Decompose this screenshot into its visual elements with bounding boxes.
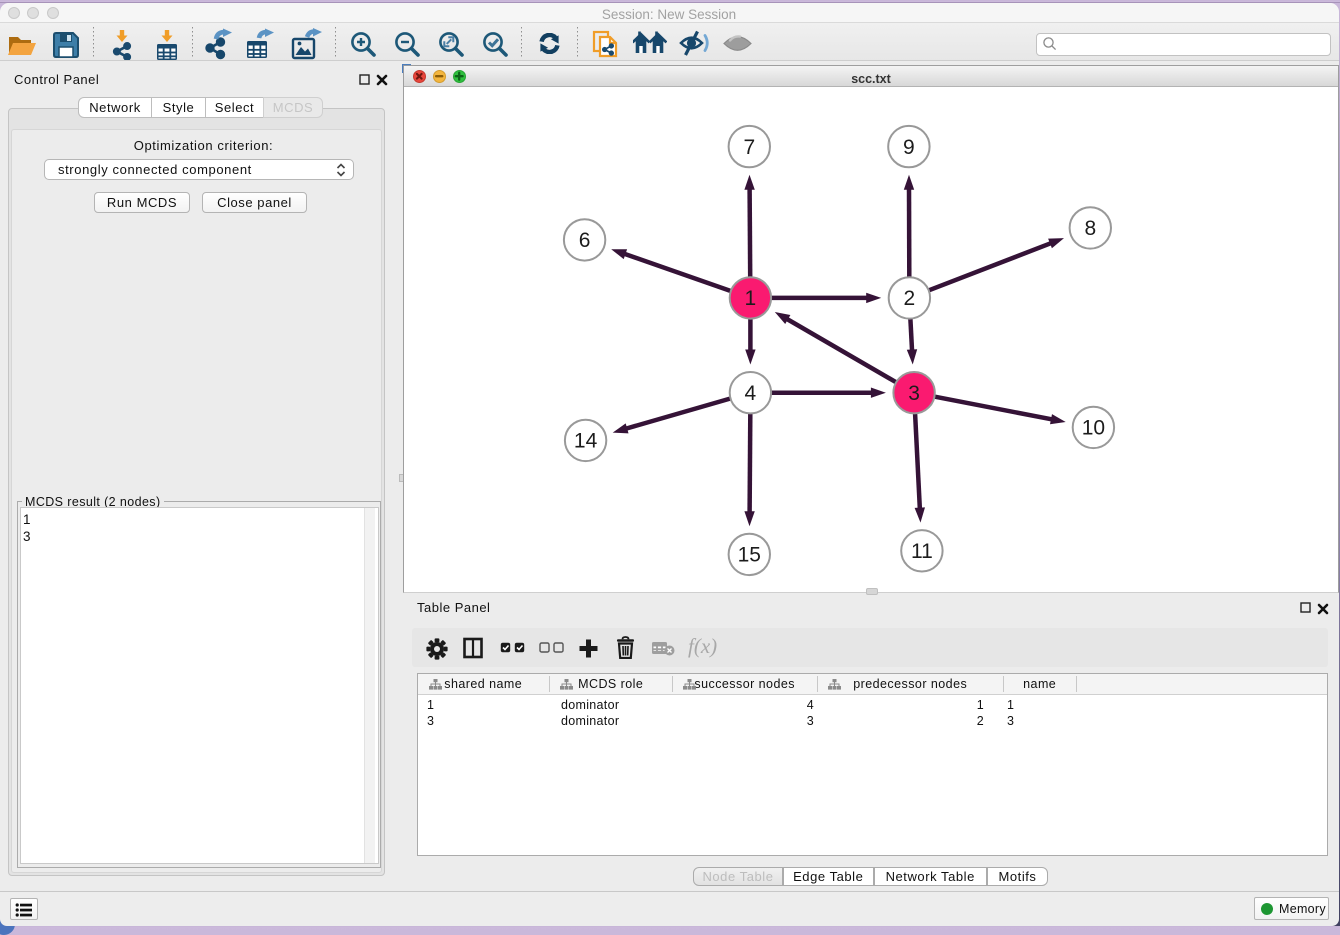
svg-text:2: 2 [904, 287, 916, 310]
svg-text:7: 7 [743, 136, 755, 159]
svg-text:1: 1 [745, 287, 757, 310]
svg-text:11: 11 [911, 540, 933, 563]
svg-text:3: 3 [908, 382, 920, 405]
svg-text:10: 10 [1082, 417, 1105, 440]
svg-text:9: 9 [903, 136, 915, 159]
svg-text:14: 14 [574, 430, 598, 453]
svg-text:4: 4 [745, 382, 757, 405]
svg-text:15: 15 [738, 544, 761, 567]
svg-text:8: 8 [1084, 217, 1096, 240]
svg-text:6: 6 [579, 229, 591, 252]
